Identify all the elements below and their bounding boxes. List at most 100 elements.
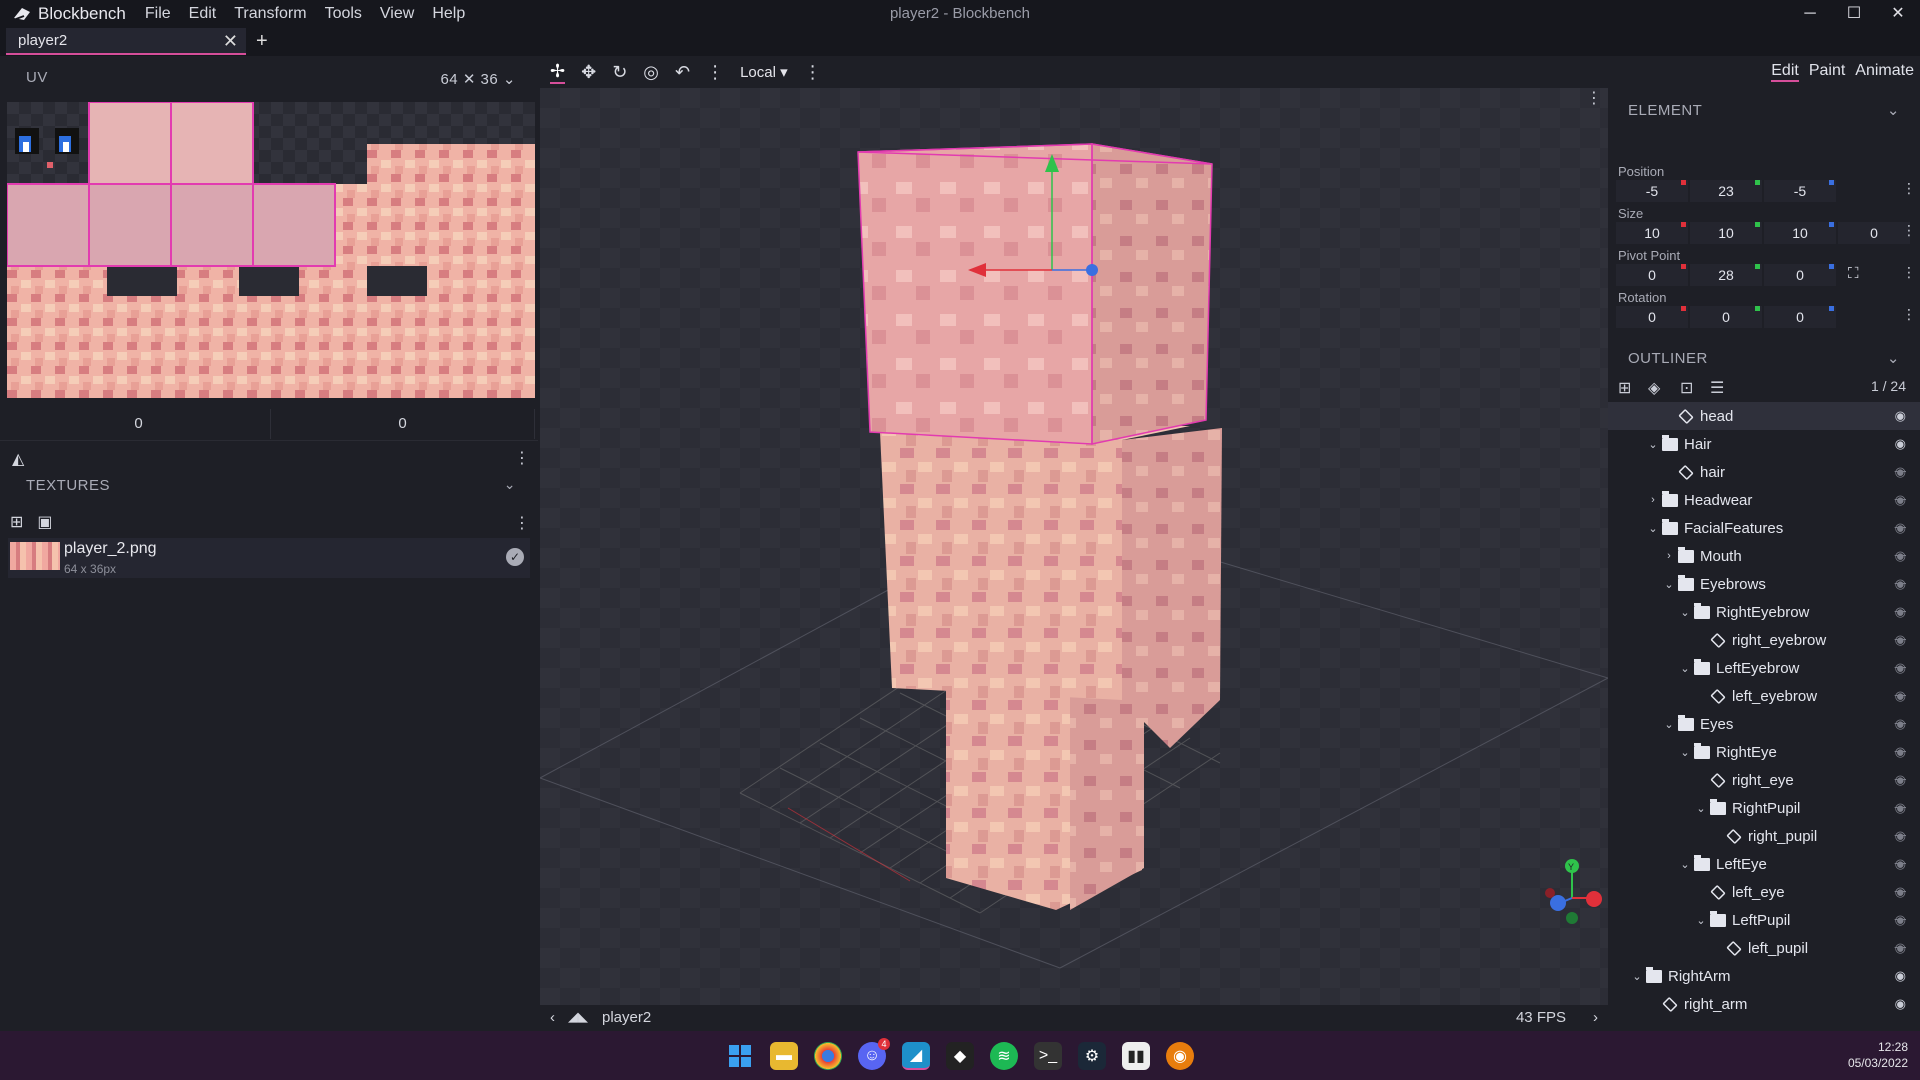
chevron-down-icon[interactable]: ⌄ — [1678, 606, 1692, 619]
outliner-group[interactable]: ⌄ Eyes ◉ — [1608, 710, 1920, 738]
eye-hidden-icon[interactable]: ◉ — [1895, 632, 1906, 648]
chevron-down-icon[interactable]: ⌄ — [1694, 802, 1708, 815]
transform-space-select[interactable]: Local ▾ — [740, 63, 788, 81]
eye-hidden-icon[interactable]: ◉ — [1895, 548, 1906, 564]
eye-hidden-icon[interactable]: ◉ — [1895, 772, 1906, 788]
eye-hidden-icon[interactable]: ◉ — [1895, 828, 1906, 844]
chrome-icon[interactable] — [814, 1041, 842, 1070]
blockbench-taskbar-icon[interactable]: ◢ — [902, 1041, 930, 1070]
chevron-down-icon[interactable]: ⌄ — [1694, 914, 1708, 927]
chevron-down-icon[interactable]: ⌄ — [1662, 718, 1676, 731]
outliner-cube[interactable]: left_eyebrow ◉ — [1608, 682, 1920, 710]
mode-paint[interactable]: Paint — [1809, 62, 1845, 82]
maximize-button[interactable]: ☐ — [1832, 0, 1876, 28]
outliner-group[interactable]: ⌄ RightPupil ◉ — [1608, 794, 1920, 822]
eye-icon[interactable]: ◉ — [1895, 968, 1906, 984]
size-z[interactable]: 10 — [1764, 222, 1836, 244]
outliner-group[interactable]: ⌄ FacialFeatures ◉ — [1608, 514, 1920, 542]
eye-hidden-icon[interactable]: ◉ — [1895, 800, 1906, 816]
file-explorer-icon[interactable]: ▬ — [770, 1041, 798, 1070]
import-texture-icon[interactable]: ▣ — [37, 512, 52, 532]
start-icon[interactable] — [726, 1042, 754, 1070]
pivot-tool-icon[interactable]: ◎ — [643, 62, 659, 83]
uv-editor-canvas[interactable] — [7, 102, 535, 398]
menu-file[interactable]: File — [136, 0, 180, 28]
outliner-group[interactable]: ⌄ RightEye ◉ — [1608, 738, 1920, 766]
add-mesh-icon[interactable]: ◈ — [1648, 378, 1660, 398]
position-z[interactable]: -5 — [1764, 180, 1836, 202]
chevron-down-icon[interactable]: ⌄ — [1630, 970, 1644, 983]
add-group-icon[interactable]: ⊡ — [1680, 378, 1693, 398]
close-window-button[interactable]: ✕ — [1876, 0, 1920, 28]
toggle-options-icon[interactable]: ☰ — [1710, 378, 1724, 398]
size-x[interactable]: 10 — [1616, 222, 1688, 244]
uv-coord-y[interactable]: 0 — [271, 409, 535, 439]
eye-hidden-icon[interactable]: ◉ — [1895, 884, 1906, 900]
outliner-group[interactable]: ⌄ LeftEye ◉ — [1608, 850, 1920, 878]
rotation-x[interactable]: 0 — [1616, 306, 1688, 328]
outliner-group[interactable]: › Mouth ◉ — [1608, 542, 1920, 570]
outliner-cube[interactable]: right_arm ◉ — [1608, 990, 1920, 1018]
outliner-cube[interactable]: hair ◉ — [1608, 458, 1920, 486]
add-texture-icon[interactable]: ⊞ — [10, 512, 23, 532]
system-clock[interactable]: 12:28 05/03/2022 — [1848, 1039, 1908, 1071]
eye-hidden-icon[interactable]: ◉ — [1895, 856, 1906, 872]
outliner-cube[interactable]: left_pupil ◉ — [1608, 934, 1920, 962]
close-tab-icon[interactable]: ✕ — [223, 31, 238, 52]
eye-hidden-icon[interactable]: ◉ — [1895, 492, 1906, 508]
unity-icon[interactable]: ◆ — [946, 1041, 974, 1070]
eye-hidden-icon[interactable]: ◉ — [1895, 660, 1906, 676]
3d-viewport[interactable]: Y ⋮ — [540, 88, 1608, 1005]
discord-icon[interactable]: ☺ 4 — [858, 1037, 890, 1070]
minimize-button[interactable]: ─ — [1788, 0, 1832, 28]
chevron-right-icon[interactable]: › — [1593, 1009, 1598, 1026]
chevron-down-icon[interactable]: ⌄ — [1678, 746, 1692, 759]
menu-help[interactable]: Help — [423, 0, 474, 28]
outliner-group[interactable]: ⌄ LeftPupil ◉ — [1608, 906, 1920, 934]
position-y[interactable]: 23 — [1690, 180, 1762, 202]
eye-icon[interactable]: ◉ — [1895, 436, 1906, 452]
menu-tools[interactable]: Tools — [316, 0, 371, 28]
pivot-y[interactable]: 28 — [1690, 264, 1762, 286]
outliner-cube[interactable]: right_eye ◉ — [1608, 766, 1920, 794]
uv-size-select[interactable]: 64 ✕ 36 ⌄ — [440, 70, 516, 88]
pivot-more-icon[interactable]: ⋮ — [1902, 264, 1916, 281]
toolbar-more-icon-2[interactable]: ⋮ — [804, 62, 822, 83]
toolbar-more-icon[interactable]: ⋮ — [706, 62, 724, 83]
move-tool-icon[interactable]: ✢ — [550, 61, 566, 84]
pivot-z[interactable]: 0 — [1764, 264, 1836, 286]
rotation-y[interactable]: 0 — [1690, 306, 1762, 328]
eye-hidden-icon[interactable]: ◉ — [1895, 604, 1906, 620]
outliner-group[interactable]: › Headwear ◉ — [1608, 486, 1920, 514]
eye-hidden-icon[interactable]: ◉ — [1895, 576, 1906, 592]
texture-item[interactable]: player_2.png 64 x 36px ✓ — [8, 538, 530, 578]
eye-hidden-icon[interactable]: ◉ — [1895, 520, 1906, 536]
chevron-left-icon[interactable]: ‹ — [550, 1009, 555, 1026]
eye-hidden-icon[interactable]: ◉ — [1895, 716, 1906, 732]
mode-edit[interactable]: Edit — [1771, 62, 1799, 82]
resize-tool-icon[interactable]: ✥ — [581, 62, 596, 83]
collapse-chevron-icon[interactable]: ⌄ — [1887, 344, 1900, 374]
outliner-group[interactable]: ⌄ RightArm ◉ — [1608, 962, 1920, 990]
eye-icon[interactable]: ◉ — [1895, 996, 1906, 1012]
blender-icon[interactable]: ◉ — [1166, 1041, 1194, 1070]
outliner-cube[interactable]: head ◉ — [1608, 402, 1920, 430]
twitch-icon[interactable]: ▮▮ — [1122, 1041, 1150, 1070]
size-more-icon[interactable]: ⋮ — [1902, 222, 1916, 239]
chevron-down-icon[interactable]: ⌄ — [1662, 578, 1676, 591]
chevron-down-icon[interactable]: ⌄ — [1678, 662, 1692, 675]
menu-view[interactable]: View — [371, 0, 423, 28]
eye-icon[interactable]: ◉ — [1895, 408, 1906, 424]
outliner-cube[interactable]: right_pupil ◉ — [1608, 822, 1920, 850]
uv-coord-x[interactable]: 0 — [7, 409, 271, 439]
eye-hidden-icon[interactable]: ◉ — [1895, 688, 1906, 704]
outliner-cube[interactable]: right_eyebrow ◉ — [1608, 626, 1920, 654]
chevron-down-icon[interactable]: ⌄ — [1646, 522, 1660, 535]
chevron-right-icon[interactable]: › — [1662, 550, 1676, 562]
viewport-more-icon[interactable]: ⋮ — [1586, 88, 1602, 108]
position-more-icon[interactable]: ⋮ — [1902, 180, 1916, 197]
rotation-z[interactable]: 0 — [1764, 306, 1836, 328]
size-y[interactable]: 10 — [1690, 222, 1762, 244]
eye-hidden-icon[interactable]: ◉ — [1895, 464, 1906, 480]
rotate-tool-icon[interactable]: ↻ — [612, 62, 627, 83]
